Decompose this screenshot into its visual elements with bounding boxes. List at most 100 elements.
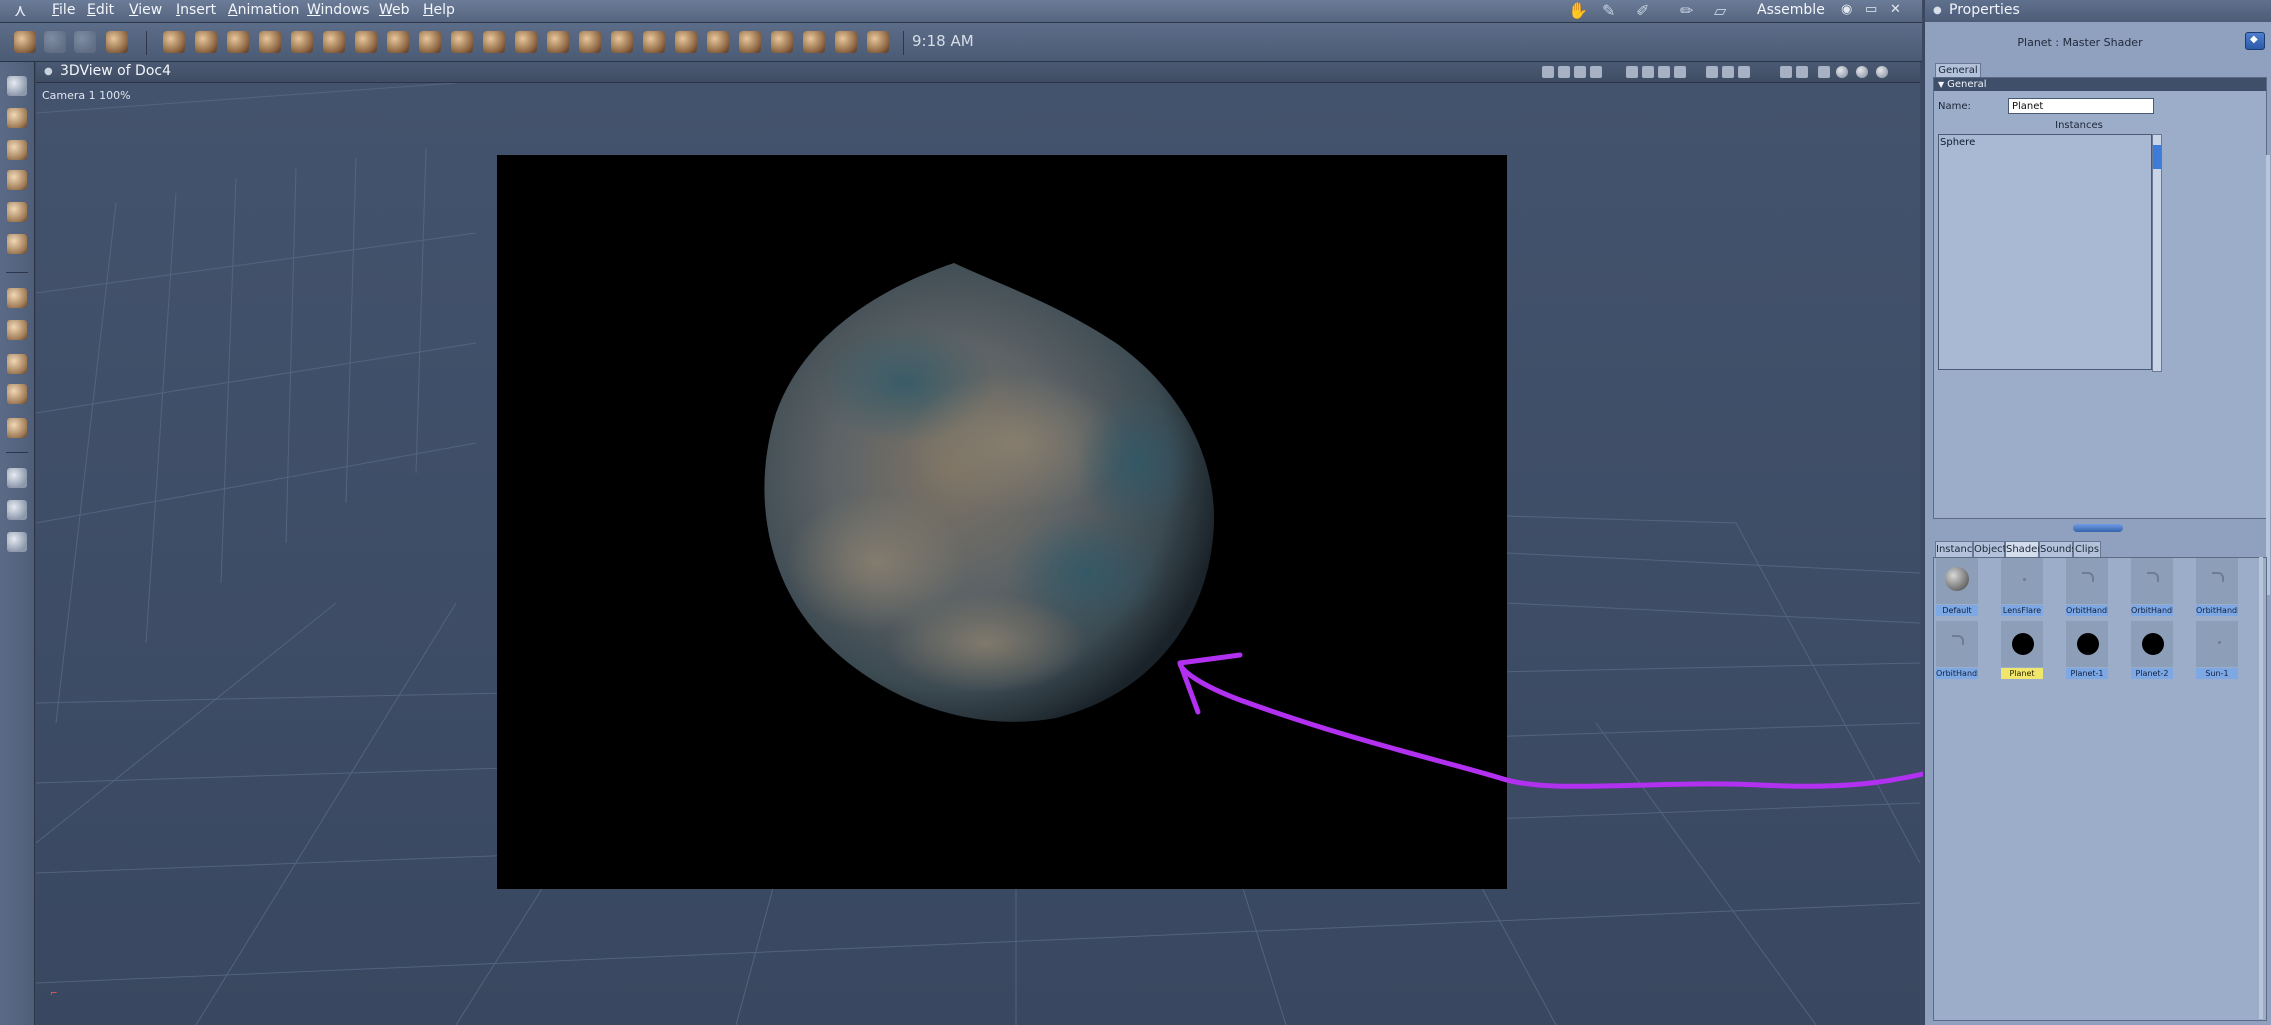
app-logo-icon[interactable]: ⋏ [14, 1, 26, 21]
scroll-thumb[interactable] [2153, 145, 2161, 169]
paint-tool-icon[interactable] [106, 31, 128, 53]
close-icon[interactable]: ✕ [1890, 2, 1901, 17]
view-mode-icon[interactable] [1590, 66, 1602, 78]
cube-icon[interactable] [1818, 66, 1830, 78]
fire-icon[interactable] [483, 31, 505, 53]
minimize-icon[interactable]: ▭ [1865, 2, 1877, 17]
shield-icon[interactable] [1738, 66, 1750, 78]
hand-room-icon[interactable]: ✋ [1568, 1, 1588, 20]
frame-icon[interactable] [1796, 66, 1808, 78]
panel-menu-icon[interactable]: ● [44, 66, 53, 77]
shader-tile[interactable]: Default [1936, 558, 1978, 616]
layer-icon[interactable] [7, 418, 27, 438]
pan-hand-icon[interactable] [7, 500, 27, 520]
wand-icon[interactable] [739, 31, 761, 53]
instances-list[interactable]: Sphere [1938, 134, 2152, 370]
layout-single-icon[interactable] [1626, 66, 1638, 78]
shader-tile[interactable]: LensFlare [2001, 558, 2043, 616]
sphere-icon[interactable] [163, 31, 185, 53]
menu-windows[interactable]: Windows [307, 2, 370, 18]
shader-room-icon[interactable]: ✐ [1636, 1, 1649, 20]
list-item[interactable]: Sphere [1940, 137, 1975, 148]
panel-splitter[interactable] [2073, 524, 2123, 532]
eyedropper-icon[interactable] [7, 234, 27, 254]
layout-split-icon[interactable] [1642, 66, 1654, 78]
collapse-triangle-icon[interactable]: ▼ [1938, 80, 1944, 89]
pin-button[interactable]: ◆ [2245, 32, 2265, 50]
menu-view[interactable]: View [129, 2, 162, 18]
layout-quad-icon[interactable] [1658, 66, 1670, 78]
nav-icon[interactable] [1780, 66, 1792, 78]
knife-tool-icon[interactable] [7, 202, 27, 222]
scale-icon[interactable] [7, 320, 27, 340]
instances-scrollbar[interactable] [2152, 134, 2162, 372]
layout-grid-icon[interactable] [1674, 66, 1686, 78]
brush-room-icon[interactable]: ✏ [1680, 1, 1693, 20]
eye-icon[interactable]: ◉ [1841, 2, 1852, 17]
render-preview-icon[interactable] [1876, 66, 1888, 78]
view-mode-icon[interactable] [1542, 66, 1554, 78]
plane-icon[interactable] [387, 31, 409, 53]
shader-tile[interactable]: OrbitHandle-3 [1936, 621, 1978, 679]
menu-animation[interactable]: Animation [228, 2, 299, 18]
column-icon[interactable] [643, 31, 665, 53]
bowl-icon[interactable] [675, 31, 697, 53]
render-room-icon[interactable]: ▱ [1714, 1, 1726, 20]
terrain-icon[interactable] [547, 31, 569, 53]
pen-tool-icon[interactable] [74, 31, 96, 53]
menu-help[interactable]: Help [423, 2, 455, 18]
shield-icon[interactable] [1706, 66, 1718, 78]
agt-icon[interactable] [579, 31, 601, 53]
name-field[interactable] [2008, 98, 2154, 114]
target-icon[interactable] [835, 31, 857, 53]
hierarchy-icon[interactable] [803, 31, 825, 53]
globe-icon[interactable] [7, 384, 27, 404]
cylinder-icon[interactable] [195, 31, 217, 53]
menu-file[interactable]: File [52, 2, 75, 18]
pipe-icon[interactable] [259, 31, 281, 53]
shader-tile[interactable]: OrbitHandle-1 [2131, 558, 2173, 616]
particles-icon[interactable] [771, 31, 793, 53]
text-3d-icon[interactable] [323, 31, 345, 53]
ring-icon[interactable] [291, 31, 313, 53]
bean-icon[interactable] [707, 31, 729, 53]
shader-tile[interactable]: Planet-2 [2131, 621, 2173, 679]
orbit-icon[interactable] [7, 354, 27, 374]
render-sphere-icon[interactable] [1856, 66, 1868, 78]
shader-tile-selected[interactable]: Planet [2001, 621, 2043, 679]
shield-icon[interactable] [1722, 66, 1734, 78]
properties-scrollbar[interactable] [2266, 155, 2270, 595]
room-label[interactable]: Assemble [1757, 2, 1825, 18]
shading-icon[interactable] [1836, 66, 1848, 78]
spot-icon[interactable] [451, 31, 473, 53]
cloud-icon[interactable] [515, 31, 537, 53]
3d-viewport[interactable]: Camera 1 100% ⌐ [36, 83, 1920, 1025]
zoom-icon[interactable] [7, 532, 27, 552]
general-header[interactable]: ▼ General [1934, 78, 2266, 91]
twist-tool-icon[interactable] [7, 170, 27, 190]
rotate-tool-icon[interactable] [7, 140, 27, 160]
tab-objects[interactable]: Objects [1973, 541, 2012, 557]
tab-sounds[interactable]: Sounds [2039, 541, 2077, 557]
shader-tile[interactable]: OrbitHandle [2066, 558, 2108, 616]
camera-icon[interactable] [7, 468, 27, 488]
pointer-tool-icon[interactable] [14, 31, 36, 53]
view-mode-icon[interactable] [1558, 66, 1570, 78]
view-mode-icon[interactable] [1574, 66, 1586, 78]
tab-shaders[interactable]: Shaders [2005, 541, 2047, 557]
tab-instances[interactable]: Instances [1935, 541, 1984, 557]
gear-icon[interactable] [355, 31, 377, 53]
library-scrollbar[interactable] [2259, 557, 2263, 1019]
hand-tool-icon[interactable] [44, 31, 66, 53]
menu-edit[interactable]: Edit [87, 2, 114, 18]
tab-general[interactable]: General [1935, 63, 1981, 78]
menu-web[interactable]: Web [379, 2, 410, 18]
select-arrow-icon[interactable] [7, 76, 27, 96]
panel-menu-icon[interactable]: ● [1933, 5, 1942, 16]
torus-icon[interactable] [227, 31, 249, 53]
shader-tile[interactable]: OrbitHandle-2 [2196, 558, 2238, 616]
menu-insert[interactable]: Insert [176, 2, 216, 18]
shader-tile[interactable]: Sun-1 [2196, 621, 2238, 679]
build-room-icon[interactable]: ✎ [1602, 1, 1615, 20]
light-icon[interactable] [419, 31, 441, 53]
